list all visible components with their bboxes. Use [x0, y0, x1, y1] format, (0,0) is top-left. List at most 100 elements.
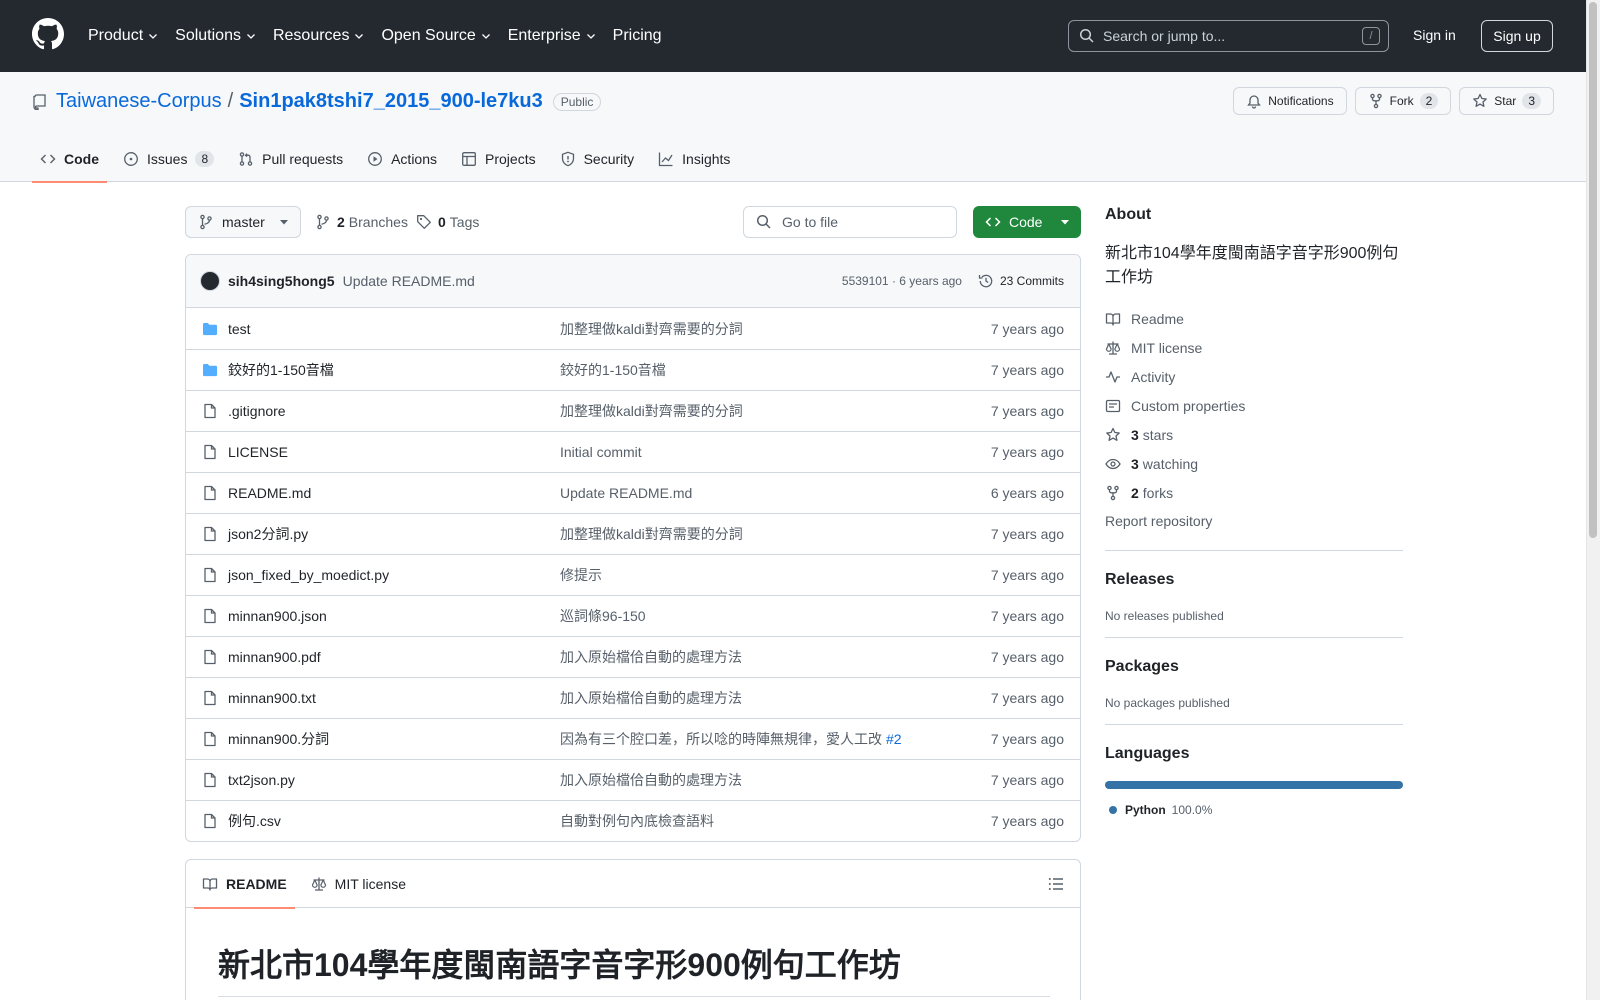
commit-message-link[interactable]: 鉸好的1-150音檔: [560, 362, 666, 378]
tab-issues[interactable]: Issues 8: [115, 136, 222, 182]
nav-product[interactable]: Product: [88, 27, 159, 45]
file-row[interactable]: test 加整理做kaldi對齊需要的分詞 7 years ago: [186, 308, 1080, 349]
tab-actions[interactable]: Actions: [359, 136, 445, 182]
stars-link[interactable]: 3 stars: [1105, 420, 1403, 449]
language-bar: [1105, 781, 1403, 789]
packages-heading[interactable]: Packages: [1105, 658, 1179, 675]
commit-message-link[interactable]: 加整理做kaldi對齊需要的分詞: [560, 526, 743, 542]
branch-select-button[interactable]: master: [185, 206, 301, 238]
file-row[interactable]: README.md Update README.md 6 years ago: [186, 472, 1080, 513]
tab-security[interactable]: Security: [552, 136, 643, 182]
tab-license[interactable]: MIT license: [311, 860, 406, 908]
file-name-link[interactable]: txt2json.py: [228, 772, 560, 788]
repo-name-link[interactable]: Sin1pak8tshi7_2015_900-le7ku3: [239, 90, 543, 113]
file-row[interactable]: 鉸好的1-150音檔 鉸好的1-150音檔 7 years ago: [186, 349, 1080, 390]
file-name-link[interactable]: json2分詞.py: [228, 524, 560, 544]
nav-pricing[interactable]: Pricing: [613, 27, 662, 45]
custom-properties-link[interactable]: Custom properties: [1105, 391, 1403, 420]
file-commit-message: 加入原始檔佮自動的處理方法: [560, 688, 991, 708]
commit-message-link[interactable]: 自動對例句內底檢查語料: [560, 813, 714, 829]
list-outline-icon[interactable]: [1048, 876, 1064, 892]
commit-message-link[interactable]: 加入原始檔佮自動的處理方法: [560, 690, 742, 706]
code-dropdown-button[interactable]: Code: [973, 206, 1081, 238]
tab-pull-requests[interactable]: Pull requests: [230, 136, 351, 182]
file-row[interactable]: txt2json.py 加入原始檔佮自動的處理方法 7 years ago: [186, 759, 1080, 800]
commit-message-link[interactable]: 修提示: [560, 567, 602, 583]
tab-code[interactable]: Code: [32, 136, 107, 183]
scrollbar-thumb[interactable]: [1589, 2, 1597, 538]
file-commit-date: 6 years ago: [990, 485, 1064, 501]
branches-link[interactable]: 2 Branches: [315, 214, 408, 230]
nav-solutions[interactable]: Solutions: [175, 27, 257, 45]
file-name-link[interactable]: minnan900.txt: [228, 690, 560, 706]
star-button[interactable]: Star 3: [1459, 87, 1554, 115]
nav-resources[interactable]: Resources: [273, 27, 365, 45]
tab-insights[interactable]: Insights: [650, 136, 738, 182]
commit-message-link[interactable]: Update README.md: [560, 485, 692, 501]
global-search-input[interactable]: Search or jump to... /: [1068, 20, 1389, 52]
file-row[interactable]: .gitignore 加整理做kaldi對齊需要的分詞 7 years ago: [186, 390, 1080, 431]
file-name-link[interactable]: json_fixed_by_moedict.py: [228, 567, 560, 583]
file-row[interactable]: json_fixed_by_moedict.py 修提示 7 years ago: [186, 554, 1080, 595]
watching-link[interactable]: 3 watching: [1105, 449, 1403, 478]
page-scrollbar[interactable]: [1586, 0, 1600, 1000]
activity-link[interactable]: Activity: [1105, 362, 1403, 391]
commit-message-link[interactable]: 因為有三个腔口差，所以唸的時陣無規律，愛人工改: [560, 731, 882, 747]
commit-message-link[interactable]: 加入原始檔佮自動的處理方法: [560, 649, 742, 665]
file-name-link[interactable]: LICENSE: [228, 444, 560, 460]
commit-message-link[interactable]: Update README.md: [343, 273, 842, 289]
license-link[interactable]: MIT license: [1105, 333, 1403, 362]
file-row[interactable]: minnan900.json 巡詞條96-150 7 years ago: [186, 595, 1080, 636]
go-to-file-input[interactable]: Go to file: [743, 206, 957, 238]
commit-message-link[interactable]: 巡詞條96-150: [560, 608, 646, 624]
language-item[interactable]: Python 100.0%: [1105, 803, 1403, 817]
file-row[interactable]: minnan900.分詞 因為有三个腔口差，所以唸的時陣無規律，愛人工改 #2 7 y…: [186, 718, 1080, 759]
report-repository-link[interactable]: Report repository: [1105, 513, 1212, 529]
nav-open-source[interactable]: Open Source: [381, 27, 491, 45]
repo-header: Taiwanese-Corpus / Sin1pak8tshi7_2015_90…: [0, 72, 1586, 183]
file-name-link[interactable]: 鉸好的1-150音檔: [228, 360, 560, 380]
sign-in-link[interactable]: Sign in: [1413, 27, 1456, 43]
file-name-link[interactable]: minnan900.json: [228, 608, 560, 624]
nav-enterprise[interactable]: Enterprise: [508, 27, 597, 45]
github-logo-icon[interactable]: [32, 18, 64, 50]
commit-message-link[interactable]: Initial commit: [560, 444, 642, 460]
commit-hash-time[interactable]: 5539101 · 6 years ago: [842, 274, 962, 288]
file-row[interactable]: minnan900.pdf 加入原始檔佮自動的處理方法 7 years ago: [186, 636, 1080, 677]
commit-author-link[interactable]: sih4sing5hong5: [228, 273, 335, 289]
tab-readme[interactable]: README: [194, 860, 295, 909]
file-row[interactable]: minnan900.txt 加入原始檔佮自動的處理方法 7 years ago: [186, 677, 1080, 718]
commit-message-link[interactable]: 加整理做kaldi對齊需要的分詞: [560, 321, 743, 337]
file-row[interactable]: 例句.csv 自動對例句內底檢查語料 7 years ago: [186, 800, 1080, 841]
file-name-link[interactable]: 例句.csv: [228, 811, 560, 831]
nav-label: Resources: [272, 27, 350, 44]
fork-button[interactable]: Fork 2: [1354, 87, 1452, 115]
tab-label: Code: [64, 151, 99, 167]
file-commit-message: 修提示: [560, 565, 991, 585]
tab-projects[interactable]: Projects: [453, 136, 544, 182]
file-name-link[interactable]: minnan900.pdf: [228, 649, 560, 665]
file-row[interactable]: LICENSE Initial commit 7 years ago: [186, 431, 1080, 472]
commits-history-link[interactable]: 23 Commits: [978, 273, 1064, 289]
readme-link[interactable]: Readme: [1105, 304, 1403, 333]
notifications-button[interactable]: Notifications: [1233, 87, 1347, 115]
commit-message-link[interactable]: 加整理做kaldi對齊需要的分詞: [560, 403, 743, 419]
file-name-link[interactable]: test: [228, 321, 560, 337]
issue-link[interactable]: #2: [886, 731, 902, 747]
file-name-link[interactable]: minnan900.分詞: [228, 729, 560, 749]
file-name-link[interactable]: .gitignore: [228, 403, 560, 419]
repo-icon: [33, 93, 46, 110]
sign-up-button[interactable]: Sign up: [1481, 20, 1553, 52]
issues-count: 8: [195, 151, 215, 167]
releases-heading[interactable]: Releases: [1105, 571, 1174, 588]
repo-owner-link[interactable]: Taiwanese-Corpus: [56, 90, 222, 113]
forks-link[interactable]: 2 forks: [1105, 478, 1403, 507]
file-row[interactable]: json2分詞.py 加整理做kaldi對齊需要的分詞 7 years ago: [186, 513, 1080, 554]
tags-link[interactable]: 0 Tags: [416, 214, 479, 230]
link-label: watching: [1142, 455, 1199, 472]
file-name-link[interactable]: README.md: [228, 485, 560, 501]
repo-tabs: Code Issues 8 Pull requests Actions Proj…: [32, 136, 746, 183]
avatar[interactable]: [200, 271, 220, 291]
commit-message-link[interactable]: 加入原始檔佮自動的處理方法: [560, 772, 742, 788]
tab-label: Pull requests: [262, 151, 344, 167]
